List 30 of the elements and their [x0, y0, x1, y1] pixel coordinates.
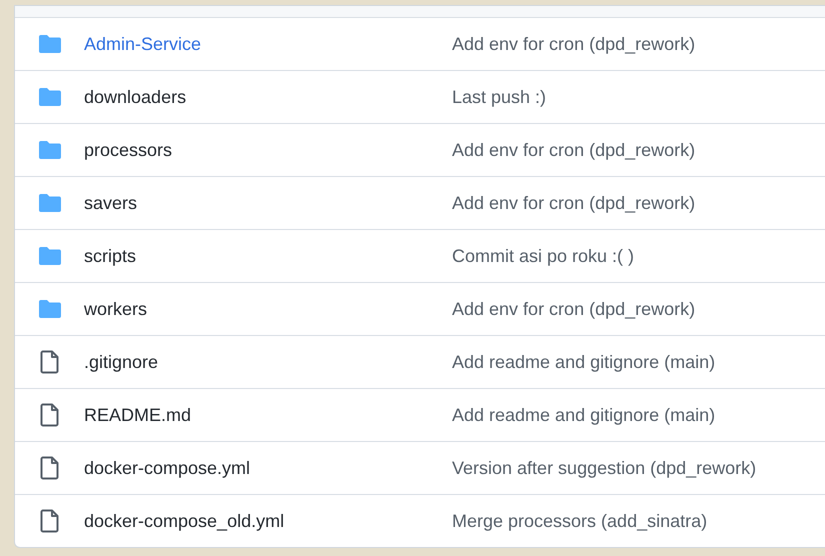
file-link[interactable]: docker-compose.yml [84, 454, 452, 482]
file-link[interactable]: .gitignore [84, 348, 452, 376]
commit-message-link[interactable]: Version after suggestion (dpd_rework) [452, 454, 756, 482]
folder-link[interactable]: savers [84, 190, 452, 216]
commit-message-link[interactable]: Commit asi po roku :( ) [452, 242, 634, 270]
file-icon [40, 403, 60, 427]
folder-link[interactable]: processors [84, 136, 452, 164]
commit-message-link[interactable]: Last push :) [452, 84, 546, 110]
commit-message-link[interactable]: Add readme and gitignore (main) [452, 348, 716, 376]
folder-icon [38, 246, 62, 266]
file-icon [40, 350, 60, 374]
commit-message-link[interactable]: Add readme and gitignore (main) [452, 402, 716, 428]
folder-link[interactable]: Admin-Service [84, 30, 452, 58]
folder-icon [38, 34, 62, 54]
folder-link[interactable]: scripts [84, 242, 452, 270]
commit-message-link[interactable]: Add env for cron (dpd_rework) [452, 136, 696, 164]
commit-message-link[interactable]: Add env for cron (dpd_rework) [452, 296, 696, 322]
commit-message-link[interactable]: Add env for cron (dpd_rework) [452, 30, 696, 58]
file-link[interactable]: README.md [84, 402, 452, 428]
folder-icon [38, 140, 62, 160]
folder-link[interactable]: downloaders [84, 84, 452, 110]
folder-icon [38, 193, 62, 213]
file-icon [40, 456, 60, 480]
commit-message-link[interactable]: Add env for cron (dpd_rework) [452, 190, 696, 216]
file-icon [40, 509, 60, 533]
folder-icon [38, 87, 62, 107]
file-link[interactable]: docker-compose_old.yml [84, 508, 452, 534]
folder-icon [38, 299, 62, 319]
folder-link[interactable]: workers [84, 296, 452, 322]
commit-message-link[interactable]: Merge processors (add_sinatra) [452, 508, 708, 534]
